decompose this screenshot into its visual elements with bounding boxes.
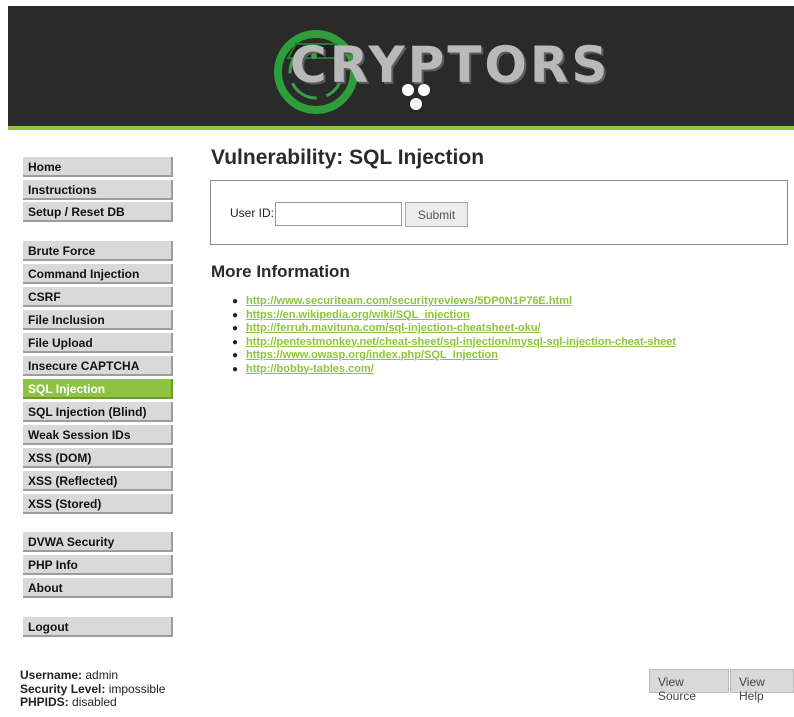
list-item: ● https://www.owasp.org/index.php/SQL_Inj… [232,349,676,363]
link-bobby-tables[interactable]: http://bobby-tables.com/ [246,363,374,375]
menu-logout[interactable]: Logout [23,617,173,637]
menu-xss-stored[interactable]: XSS (Stored) [23,494,173,514]
menu-setup-reset-db[interactable]: Setup / Reset DB [23,202,173,222]
menu-xss-dom[interactable]: XSS (DOM) [23,448,173,468]
session-info: Username: admin Security Level: impossib… [20,668,166,710]
menu-sql-injection[interactable]: SQL Injection [23,379,173,399]
user-id-input[interactable] [275,202,402,226]
bullet-icon: ● [232,350,239,361]
username-label: Username: [20,668,83,682]
menu-dvwa-security[interactable]: DVWA Security [23,532,173,552]
link-securiteam[interactable]: http://www.securiteam.com/securityreview… [246,295,572,307]
menu-file-upload[interactable]: File Upload [23,333,173,353]
menu-brute-force[interactable]: Brute Force [23,241,173,261]
link-owasp[interactable]: https://www.owasp.org/index.php/SQL_Inje… [246,349,498,361]
security-level-label: Security Level: [20,681,106,696]
bullet-icon: ● [232,323,239,334]
logo-wordmark: CRYPTORS [290,36,611,94]
username-row: Username: admin [20,668,165,683]
site-header: CRYPTORS [8,6,794,130]
menu-sql-injection-blind[interactable]: SQL Injection (Blind) [23,402,173,422]
more-information-heading: More Information [211,262,350,281]
list-item: ● http://pentestmonkey.net/cheat-sheet/sq… [232,336,676,350]
link-pentestmonkey[interactable]: http://pentestmonkey.net/cheat-sheet/sql… [246,336,676,348]
bullet-icon: ● [232,309,239,321]
page-title: Vulnerability: SQL Injection [211,146,485,169]
menu-weak-session-ids[interactable]: Weak Session IDs [23,425,173,445]
bullet-icon: ● [232,296,239,307]
bullet-icon: ● [232,363,239,375]
vulnerability-form-box: User ID: Submit [210,180,788,245]
menu-csrf[interactable]: CSRF [23,287,173,307]
user-id-label: User ID: [230,206,275,220]
security-level-row: Security Level: impossible [20,681,166,697]
list-item: ● https://en.wikipedia.org/wiki/SQL_injec… [232,309,676,323]
list-item: ● http://bobby-tables.com/ [232,363,676,377]
bullet-icon: ● [232,336,239,348]
list-item: ● http://ferruh.mavituna.com/sql-injectio… [232,322,676,336]
menu-command-injection[interactable]: Command Injection [23,264,173,284]
menu-file-inclusion[interactable]: File Inclusion [23,310,173,330]
security-level-value: impossible [108,681,166,696]
submit-button[interactable]: Submit [405,202,468,227]
menu-php-info[interactable]: PHP Info [23,555,173,575]
more-information-links: ● http://www.securiteam.com/securityrevie… [232,295,676,376]
list-item: ● http://www.securiteam.com/securityrevie… [232,295,676,309]
link-ferruh[interactable]: http://ferruh.mavituna.com/sql-injection… [246,322,541,334]
menu-insecure-captcha[interactable]: Insecure CAPTCHA [23,356,173,376]
menu-xss-reflected[interactable]: XSS (Reflected) [23,471,173,491]
menu-home[interactable]: Home [23,157,173,177]
view-source-button[interactable]: View Source [649,669,729,703]
phpids-value: disabled [72,695,117,709]
menu-instructions[interactable]: Instructions [23,180,173,200]
phpids-row: PHPIDS: disabled [20,695,165,710]
phpids-label: PHPIDS: [20,695,69,709]
link-wikipedia[interactable]: https://en.wikipedia.org/wiki/SQL_inject… [246,309,470,321]
username-value: admin [85,668,119,682]
menu-about[interactable]: About [23,578,173,598]
view-help-button[interactable]: View Help [730,669,794,703]
